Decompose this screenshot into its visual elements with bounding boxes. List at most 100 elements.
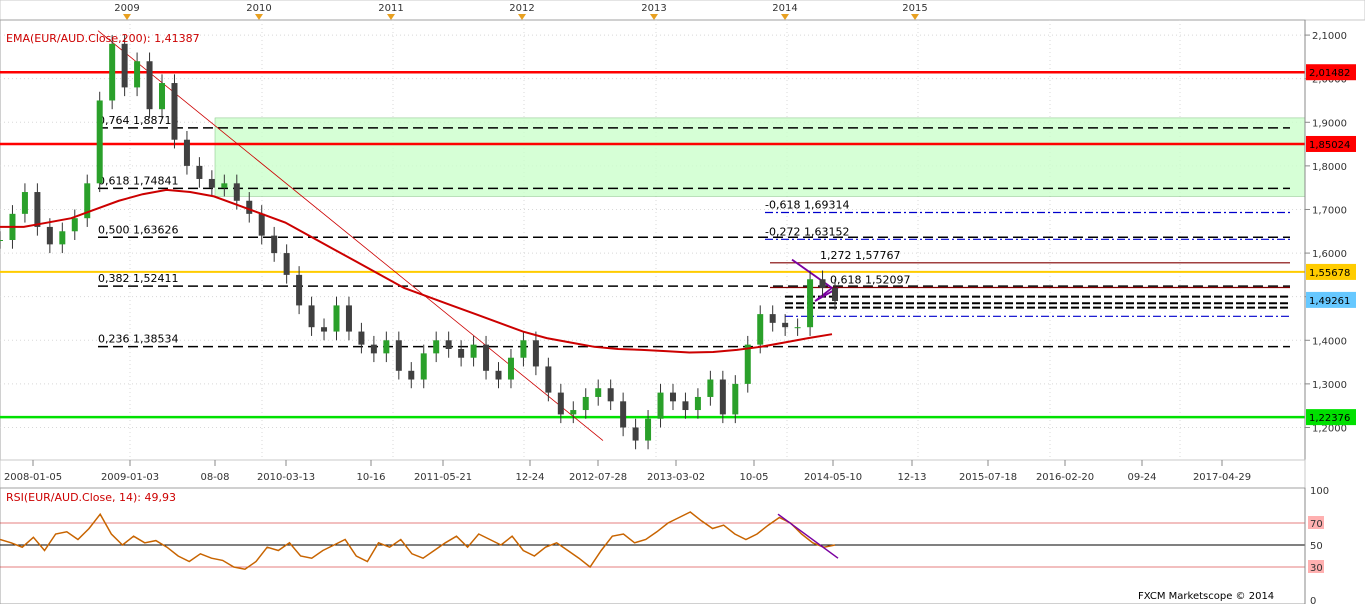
candle-body <box>645 418 652 441</box>
chart-window: 2009 2010 2011 2012 2013 2014 2015 0,764 1,887… <box>0 0 1365 604</box>
candle-body <box>669 392 676 402</box>
candle-body <box>408 370 415 380</box>
date-tick-label: 2017-04-29 <box>1193 472 1251 483</box>
date-tick-label: 2008-01-05 <box>4 472 62 483</box>
candle-body <box>109 43 116 101</box>
date-tick-label: 10-05 <box>739 472 768 483</box>
fib-label: 0,764 1,88718 <box>98 114 178 127</box>
candle-body <box>71 218 78 232</box>
rsi-indicator-label: RSI(EUR/AUD.Close, 14): 49,93 <box>6 491 176 504</box>
year-label: 2010 <box>246 3 271 14</box>
candle-body <box>507 357 514 380</box>
candle-body <box>321 327 328 332</box>
rsi-tick-label: 0 <box>1310 596 1316 604</box>
date-tick-label: 2016-02-20 <box>1036 472 1094 483</box>
candle-body <box>345 305 352 332</box>
candle-body <box>121 43 128 88</box>
candle-body <box>807 279 814 328</box>
date-tick-label: 12-24 <box>515 472 544 483</box>
candle-body <box>694 396 701 411</box>
price-badge-label: 1,22376 <box>1309 413 1350 424</box>
date-tick-label: 2011-05-21 <box>414 472 472 483</box>
price-badge-label: 1,55678 <box>1309 268 1350 279</box>
candle-body <box>757 314 764 345</box>
price-tick-label: 1,7000 <box>1312 205 1347 216</box>
candle-body <box>458 349 465 358</box>
price-tick-label: 1,6000 <box>1312 249 1347 260</box>
fib-ext-label: 0,618 1,52097 <box>830 274 910 287</box>
price-tick-label: 1,8000 <box>1312 162 1347 173</box>
candle-body <box>495 370 502 380</box>
year-label: 2011 <box>378 3 403 14</box>
candle-body <box>769 314 776 323</box>
year-label: 2014 <box>772 3 797 14</box>
year-ruler <box>0 0 1365 21</box>
year-label: 2009 <box>114 3 139 14</box>
date-tick-label: 2013-03-02 <box>647 472 705 483</box>
candle-body <box>296 274 303 306</box>
candle-body <box>46 226 53 245</box>
fib-label: 0,500 1,63626 <box>98 223 178 236</box>
price-chart-canvas[interactable]: 2009 2010 2011 2012 2013 2014 2015 0,764 1,887… <box>0 0 1365 604</box>
candle-body <box>246 200 253 214</box>
candle-body <box>159 83 166 110</box>
candle-body <box>383 340 390 354</box>
candle-body <box>832 287 838 302</box>
date-tick-label: 12-13 <box>897 472 926 483</box>
rsi-tick-label: 50 <box>1310 541 1323 552</box>
price-axis: 2,10002,00001,90001,80001,70001,60001,50… <box>1304 20 1347 460</box>
candle-body <box>271 235 278 254</box>
candle-body <box>96 100 103 184</box>
candle-body <box>794 327 801 329</box>
candle-body <box>707 379 714 397</box>
rsi-tick-label: 70 <box>1310 519 1323 530</box>
candle-body <box>283 253 290 275</box>
fib-ext-label: 1,272 1,57767 <box>820 249 900 262</box>
candle-body <box>21 192 28 214</box>
price-badge-label: 2,01482 <box>1309 68 1350 79</box>
candle-body <box>59 231 66 245</box>
candle-body <box>433 340 440 354</box>
candle-body <box>233 183 240 201</box>
candle-body <box>682 401 689 411</box>
candle-body <box>171 83 178 140</box>
candle-body <box>196 165 203 179</box>
date-tick-label: 2012-07-28 <box>569 472 627 483</box>
candle-body <box>221 183 228 188</box>
candle-body <box>370 344 377 354</box>
year-label: 2013 <box>641 3 666 14</box>
watermark: FXCM Marketscope © 2014 <box>1138 591 1274 602</box>
candle-body <box>595 388 602 397</box>
candle-body <box>358 331 365 345</box>
candle-body <box>657 392 664 419</box>
candle-body <box>333 305 340 332</box>
candle-body <box>483 344 490 371</box>
date-tick-label: 08-08 <box>200 472 229 483</box>
ema-indicator-label: EMA(EUR/AUD.Close,200): 1,41387 <box>6 32 200 45</box>
candle-body <box>582 396 589 411</box>
price-tick-label: 2,1000 <box>1312 31 1347 42</box>
date-tick-label: 09-24 <box>1127 472 1156 483</box>
candle-body <box>719 379 726 415</box>
candle-body <box>258 213 265 236</box>
price-badge-label: 1,85024 <box>1309 140 1350 151</box>
fib-ext-label: -0,272 1,63152 <box>765 225 849 238</box>
price-tick-label: 1,9000 <box>1312 118 1347 129</box>
candle-body <box>34 192 41 227</box>
date-tick-label: 2010-03-13 <box>257 472 315 483</box>
candle-body <box>819 279 826 288</box>
rsi-axis: 100 70 50 30 0 <box>1304 486 1329 604</box>
candle-body <box>395 340 402 371</box>
fib-label: 0,236 1,38534 <box>98 333 178 346</box>
date-tick-label: 2015-07-18 <box>959 472 1017 483</box>
fib-target-zone <box>214 117 1306 197</box>
candle-body <box>134 61 141 88</box>
candle-body <box>545 366 552 393</box>
fib-ext-label: -0,618 1,69314 <box>765 198 849 211</box>
candle-body <box>208 178 215 188</box>
candle-body <box>470 344 477 358</box>
rsi-panel <box>0 487 1306 604</box>
candle-body <box>532 340 539 367</box>
year-label: 2012 <box>509 3 534 14</box>
price-badge-label: 1,49261 <box>1309 296 1350 307</box>
